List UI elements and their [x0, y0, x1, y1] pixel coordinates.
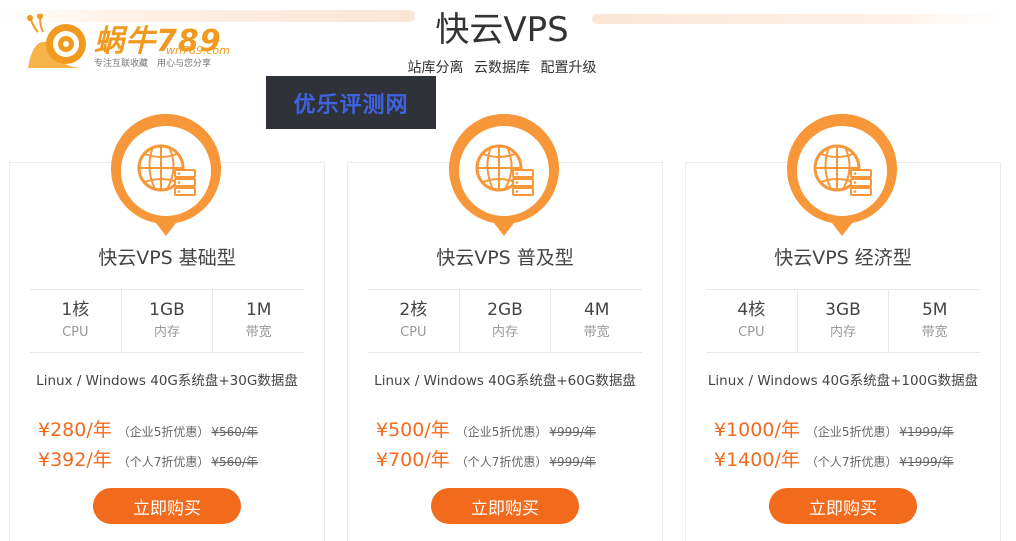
buy-now-button[interactable]: 立即购买	[769, 488, 917, 524]
discount-note: （企业5折优惠）	[455, 425, 548, 439]
plan-card-3: 快云VPS 经济型 4核 CPU 3GB 内存 5M 带宽 Linux / Wi…	[685, 114, 1001, 541]
spec-value: 1M	[245, 300, 272, 320]
plan-card-1: 快云VPS 基础型 1核 CPU 1GB 内存 1M 带宽 Linux / Wi…	[9, 114, 325, 541]
discount-note: （个人7折优惠）	[455, 455, 548, 469]
original-price: ¥1999/年	[899, 455, 954, 469]
price-row-enterprise: ¥500/年 （企业5折优惠） ¥999/年	[376, 415, 596, 442]
spec-cpu: 4核 CPU	[706, 290, 797, 352]
spec-label: CPU	[62, 325, 89, 340]
price: ¥280/年	[38, 419, 112, 441]
spec-value: 2核	[399, 300, 428, 320]
plan-description: Linux / Windows 40G系统盘+100G数据盘	[707, 373, 979, 389]
plan-specs: 1核 CPU 1GB 内存 1M 带宽	[30, 289, 304, 353]
spec-value: 2GB	[487, 300, 523, 320]
spec-label: CPU	[738, 325, 765, 340]
globe-server-icon	[111, 114, 221, 236]
spec-value: 3GB	[825, 300, 861, 320]
price: ¥500/年	[376, 419, 450, 441]
spec-memory: 3GB 内存	[796, 290, 889, 352]
plan-specs: 4核 CPU 3GB 内存 5M 带宽	[706, 289, 980, 353]
buy-now-button[interactable]: 立即购买	[93, 488, 241, 524]
spec-value: 1核	[61, 300, 90, 320]
spec-label: 内存	[154, 325, 181, 340]
discount-note: （个人7折优惠）	[805, 455, 898, 469]
spec-memory: 2GB 内存	[458, 290, 551, 352]
discount-note: （企业5折优惠）	[805, 425, 898, 439]
spec-label: 内存	[830, 325, 857, 340]
plan-specs: 2核 CPU 2GB 内存 4M 带宽	[368, 289, 642, 353]
spec-cpu: 1核 CPU	[30, 290, 121, 352]
spec-label: CPU	[400, 325, 427, 340]
spec-bandwidth: 4M 带宽	[550, 290, 642, 352]
page-subtitle: 站库分离 云数据库 配置升级	[407, 60, 597, 76]
watermark-label: 优乐评测网	[266, 76, 436, 129]
spec-value: 4核	[737, 300, 766, 320]
price-row-enterprise: ¥280/年 （企业5折优惠） ¥560/年	[38, 415, 258, 442]
original-price: ¥999/年	[549, 455, 596, 469]
page-title: 快云VPS	[435, 10, 569, 50]
spec-label: 带宽	[583, 325, 610, 340]
original-price: ¥560/年	[211, 455, 258, 469]
globe-server-icon	[449, 114, 559, 236]
plan-name: 快云VPS 基础型	[98, 247, 236, 269]
spec-memory: 1GB 内存	[120, 290, 213, 352]
discount-note: （个人7折优惠）	[117, 455, 210, 469]
price-row-personal: ¥392/年 （个人7折优惠） ¥560/年	[38, 445, 258, 472]
price-row-personal: ¥700/年 （个人7折优惠） ¥999/年	[376, 445, 596, 472]
plan-name: 快云VPS 普及型	[436, 247, 574, 269]
globe-server-icon	[787, 114, 897, 236]
spec-value: 1GB	[149, 300, 185, 320]
plan-description: Linux / Windows 40G系统盘+30G数据盘	[36, 373, 298, 389]
spec-value: 4M	[583, 300, 610, 320]
original-price: ¥1999/年	[899, 425, 954, 439]
price: ¥1400/年	[714, 449, 800, 471]
buy-now-button[interactable]: 立即购买	[431, 488, 579, 524]
spec-cpu: 2核 CPU	[368, 290, 459, 352]
spec-value: 5M	[921, 300, 948, 320]
spec-label: 带宽	[245, 325, 272, 340]
price-row-personal: ¥1400/年 （个人7折优惠） ¥1999/年	[714, 445, 954, 472]
spec-bandwidth: 5M 带宽	[888, 290, 980, 352]
spec-label: 带宽	[921, 325, 948, 340]
discount-note: （企业5折优惠）	[117, 425, 210, 439]
price: ¥392/年	[38, 449, 112, 471]
original-price: ¥560/年	[211, 425, 258, 439]
plan-description: Linux / Windows 40G系统盘+60G数据盘	[374, 373, 636, 389]
price: ¥1000/年	[714, 419, 800, 441]
spec-label: 内存	[492, 325, 519, 340]
price: ¥700/年	[376, 449, 450, 471]
spec-bandwidth: 1M 带宽	[212, 290, 304, 352]
plan-card-2: 快云VPS 普及型 2核 CPU 2GB 内存 4M 带宽 Linux / Wi…	[347, 114, 663, 541]
original-price: ¥999/年	[549, 425, 596, 439]
price-row-enterprise: ¥1000/年 （企业5折优惠） ¥1999/年	[714, 415, 954, 442]
plan-name: 快云VPS 经济型	[774, 247, 912, 269]
